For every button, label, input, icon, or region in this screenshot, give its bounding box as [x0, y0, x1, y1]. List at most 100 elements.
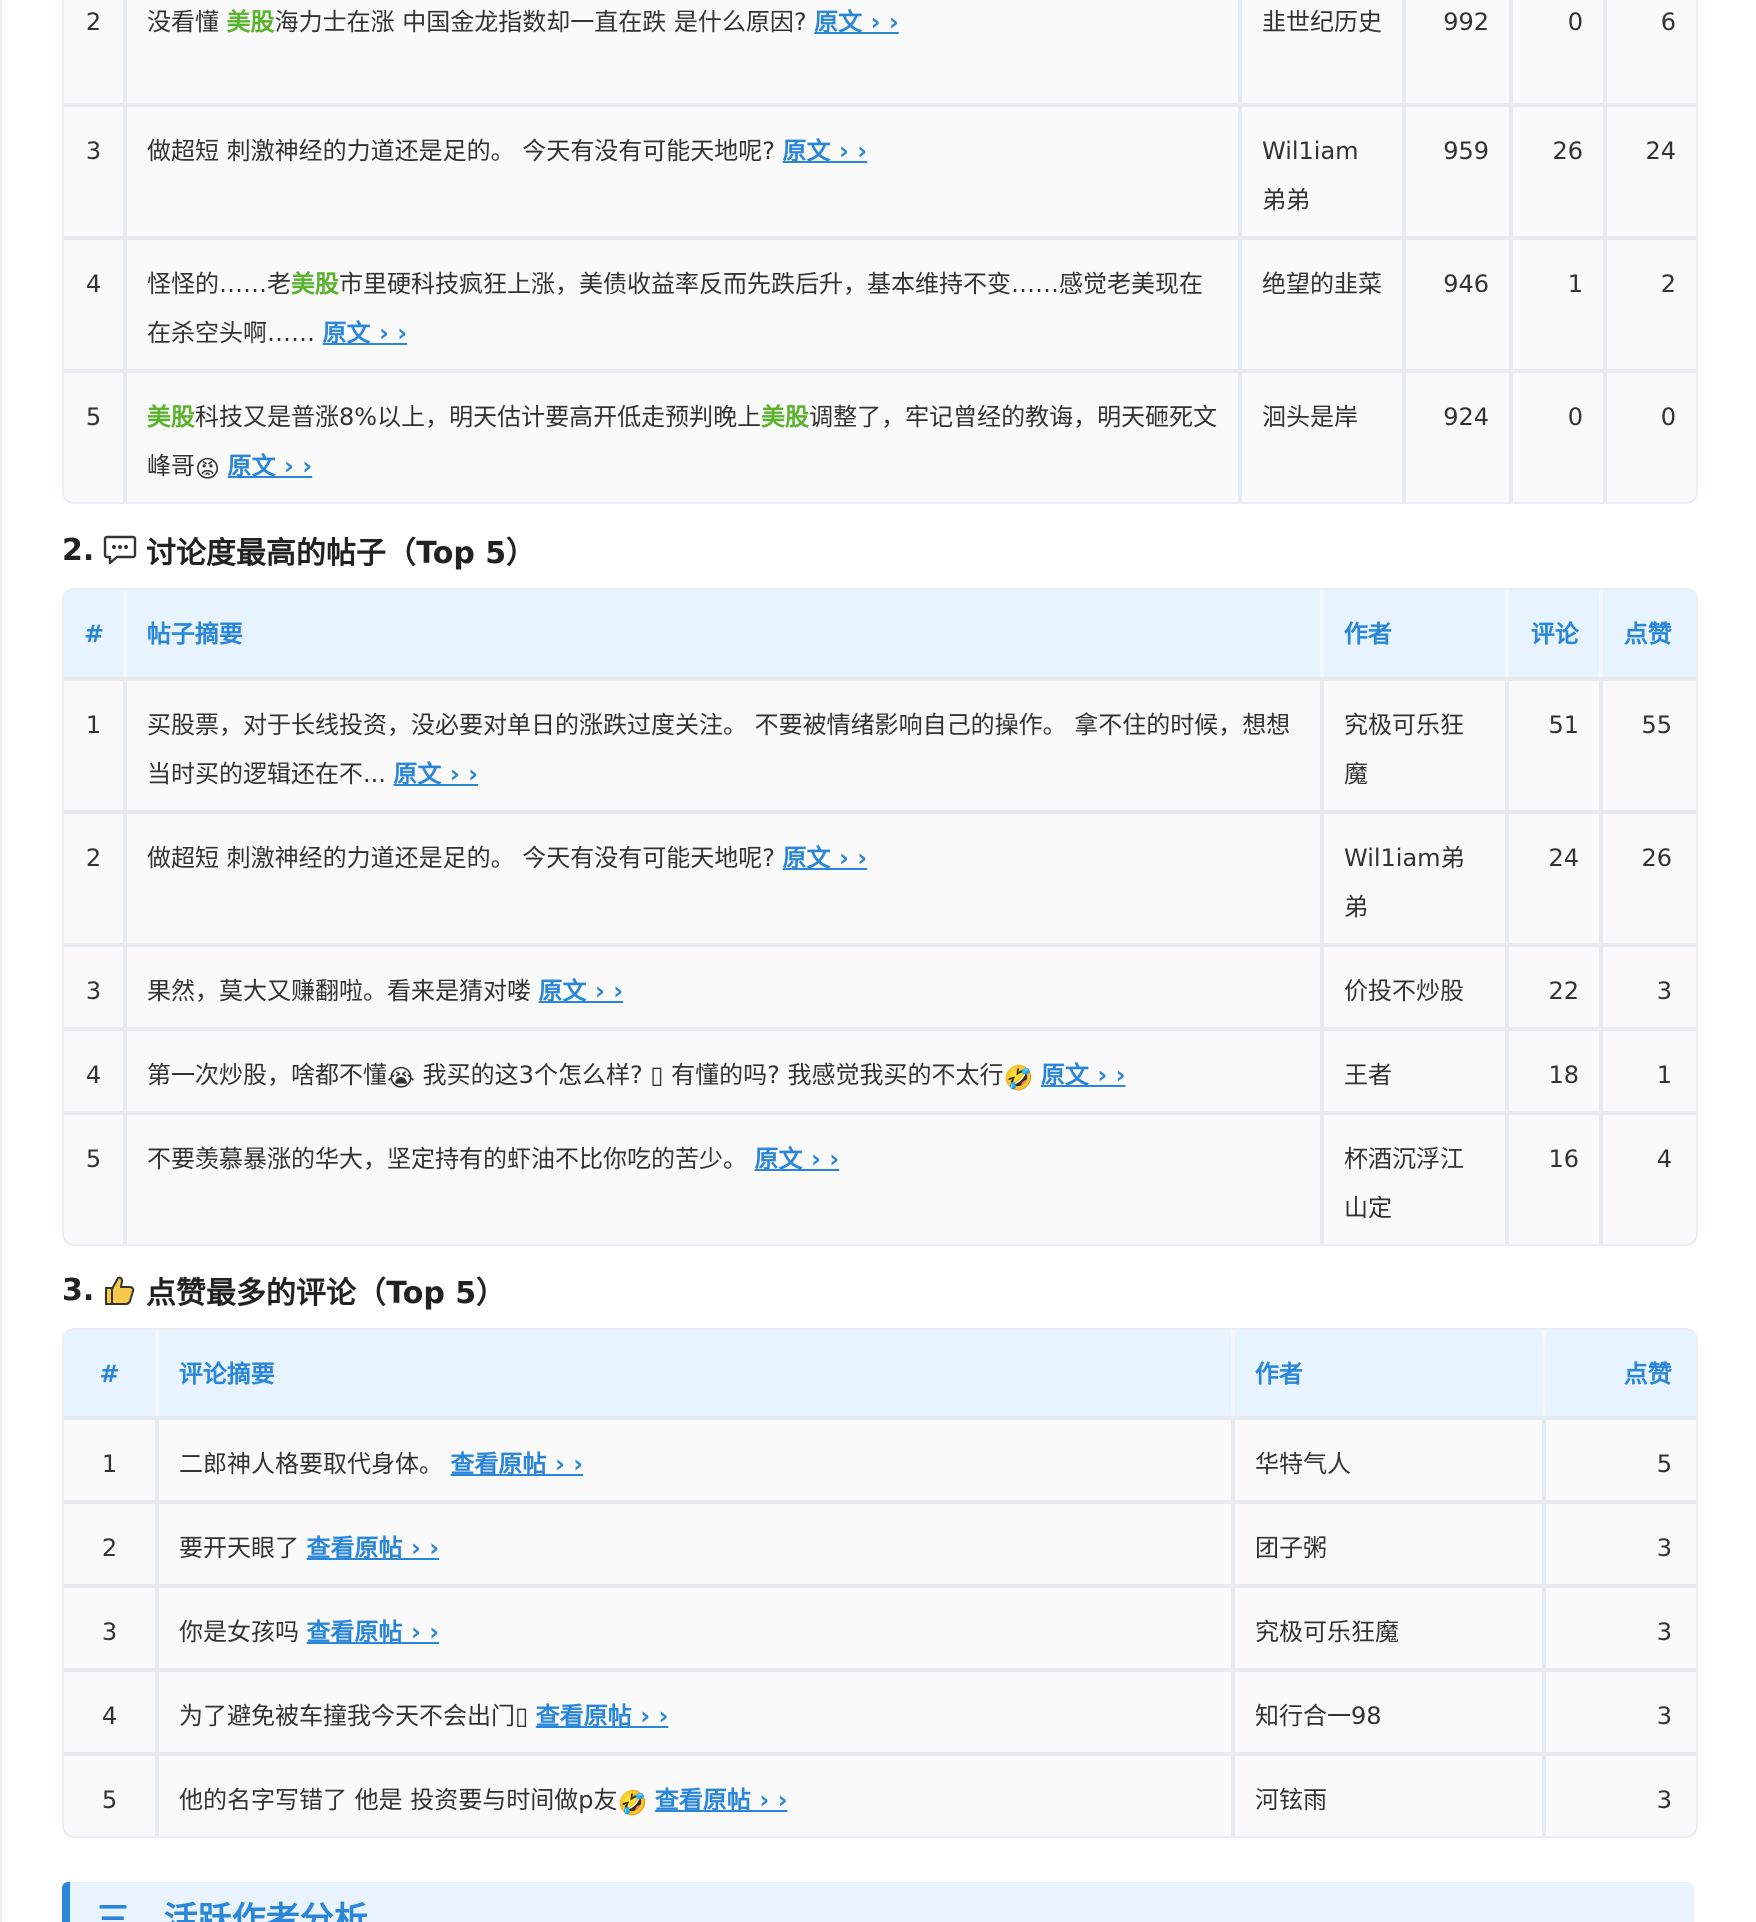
summary-cell: 果然，莫大又赚翻啦。看来是猜对喽 原文 › › — [123, 947, 1320, 1027]
original-link[interactable]: 原文 › › — [228, 452, 313, 480]
rank-cell: 5 — [85, 403, 102, 431]
keyword-highlight: 美股 — [761, 403, 810, 431]
metric-cell: 946 — [1402, 240, 1509, 369]
summary-cell: 没看懂 美股海力士在涨 中国金龙指数却一直在跌 是什么原因? 原文 › › — [123, 0, 1238, 103]
likes-cell: 3 — [1599, 947, 1692, 1027]
view-post-link[interactable]: 查看原帖 › › — [451, 1450, 584, 1478]
top-posts-table: 2 没看懂 美股海力士在涨 中国金龙指数却一直在跌 是什么原因? 原文 › › … — [62, 0, 1698, 504]
metric-cell: 1 — [1509, 240, 1603, 369]
table-row: 4 为了避免被车撞我今天不会出门▯ 查看原帖 › › 知行合一98 3 — [64, 1668, 1696, 1752]
table-row: 3 果然，莫大又赚翻啦。看来是猜对喽 原文 › › 价投不炒股 22 3 — [64, 943, 1696, 1027]
column-header: 评论 — [1505, 590, 1599, 677]
rofl-face-icon: 🤣 — [617, 1789, 648, 1817]
comment-cell: 你是女孩吗 查看原帖 › › — [155, 1588, 1231, 1668]
column-header: # — [99, 1360, 120, 1388]
original-link[interactable]: 原文 › › — [539, 977, 624, 1005]
column-header: 作者 — [1320, 590, 1505, 677]
comment-cell: 二郎神人格要取代身体。 查看原帖 › › — [155, 1420, 1231, 1500]
summary-cell: 美股科技又是普涨8%以上，明天估计要高开低走预判晚上美股调整了，牢记曾经的教诲，… — [123, 373, 1238, 502]
metric-cell: 26 — [1509, 107, 1603, 236]
original-link[interactable]: 原文 › › — [755, 1145, 840, 1173]
likes-cell: 26 — [1599, 814, 1692, 943]
original-link[interactable]: 原文 › › — [783, 844, 868, 872]
likes-cell: 5 — [1542, 1420, 1692, 1500]
view-post-link[interactable]: 查看原帖 › › — [536, 1702, 669, 1730]
summary-cell: 做超短 刺激神经的力道还是足的。 今天有没有可能天地呢? 原文 › › — [123, 107, 1238, 236]
summary-cell: 怪怪的……老美股市里硬科技疯狂上涨，美债收益率反而先跌后升，基本维持不变……感觉… — [123, 240, 1238, 369]
rank-cell: 5 — [85, 1145, 102, 1173]
section-heading-active-authors: 三、活跃作者分析 — [62, 1882, 1694, 1922]
author-cell: 究极可乐狂魔 — [1320, 681, 1505, 810]
metric-cell: 2 — [1603, 240, 1696, 369]
original-link[interactable]: 原文 › › — [783, 137, 868, 165]
rank-cell: 5 — [101, 1786, 118, 1814]
author-cell: 韭世纪历史 — [1238, 0, 1402, 103]
thumbs-up-icon — [102, 1272, 138, 1308]
table-row: 2 要开天眼了 查看原帖 › › 团子粥 3 — [64, 1500, 1696, 1584]
likes-cell: 3 — [1542, 1756, 1692, 1836]
view-post-link[interactable]: 查看原帖 › › — [307, 1618, 440, 1646]
likes-cell: 1 — [1599, 1031, 1692, 1111]
table-row: 4 怪怪的……老美股市里硬科技疯狂上涨，美债收益率反而先跌后升，基本维持不变……… — [64, 236, 1696, 369]
rank-cell: 4 — [85, 1061, 102, 1089]
author-cell: 价投不炒股 — [1320, 947, 1505, 1027]
table-row: 1 买股票，对于长线投资，没必要对单日的涨跌过度关注。 不要被情绪影响自己的操作… — [64, 677, 1696, 810]
section-heading-most-discussed: 2. 讨论度最高的帖子（Top 5） — [62, 532, 537, 572]
comments-cell: 18 — [1505, 1031, 1599, 1111]
table-row: 5 他的名字写错了 他是 投资要与时间做p友🤣 查看原帖 › › 河铉雨 3 — [64, 1752, 1696, 1836]
view-post-link[interactable]: 查看原帖 › › — [307, 1534, 440, 1562]
table-row: 5 不要羡慕暴涨的华大，坚定持有的虾油不比你吃的苦少。 原文 › › 杯酒沉浮江… — [64, 1111, 1696, 1244]
author-cell: 王者 — [1320, 1031, 1505, 1111]
metric-cell: 6 — [1603, 0, 1696, 103]
rank-cell: 2 — [101, 1534, 118, 1562]
metric-cell: 0 — [1509, 0, 1603, 103]
likes-cell: 3 — [1542, 1588, 1692, 1668]
rank-cell: 4 — [101, 1702, 118, 1730]
author-cell: 究极可乐狂魔 — [1231, 1588, 1542, 1668]
table-header-row: # 帖子摘要 作者 评论 点赞 — [64, 590, 1696, 677]
most-liked-comments-table: # 评论摘要 作者 点赞 1 二郎神人格要取代身体。 查看原帖 › › 华特气人… — [62, 1328, 1698, 1838]
speech-bubble-icon — [102, 532, 138, 568]
author-cell: 杯酒沉浮江山定 — [1320, 1115, 1505, 1244]
rank-cell: 3 — [101, 1618, 118, 1646]
rank-cell: 4 — [85, 270, 102, 298]
summary-cell: 买股票，对于长线投资，没必要对单日的涨跌过度关注。 不要被情绪影响自己的操作。 … — [123, 681, 1320, 810]
original-link[interactable]: 原文 › › — [1041, 1061, 1126, 1089]
author-cell: Wil1iam弟弟 — [1320, 814, 1505, 943]
original-link[interactable]: 原文 › › — [323, 319, 408, 347]
original-link[interactable]: 原文 › › — [394, 760, 479, 788]
table-row: 3 你是女孩吗 查看原帖 › › 究极可乐狂魔 3 — [64, 1584, 1696, 1668]
metric-cell: 0 — [1603, 373, 1696, 502]
column-header: 作者 — [1231, 1330, 1542, 1416]
view-post-link[interactable]: 查看原帖 › › — [655, 1786, 788, 1814]
comment-cell: 为了避免被车撞我今天不会出门▯ 查看原帖 › › — [155, 1672, 1231, 1752]
likes-cell: 4 — [1599, 1115, 1692, 1244]
likes-cell: 3 — [1542, 1672, 1692, 1752]
section-heading-most-liked: 3. 点赞最多的评论（Top 5） — [62, 1272, 507, 1312]
table-row: 2 没看懂 美股海力士在涨 中国金龙指数却一直在跌 是什么原因? 原文 › › … — [64, 0, 1696, 103]
rank-cell: 2 — [85, 8, 102, 36]
rofl-face-icon: 🤣 — [1003, 1064, 1034, 1092]
summary-cell: 第一次炒股，啥都不懂😭 我买的这3个怎么样? ▯ 有懂的吗? 我感觉我买的不太行… — [123, 1031, 1320, 1111]
table-row: 3 做超短 刺激神经的力道还是足的。 今天有没有可能天地呢? 原文 › › Wi… — [64, 103, 1696, 236]
column-header: 帖子摘要 — [123, 590, 1320, 677]
column-header: 点赞 — [1599, 590, 1692, 677]
likes-cell: 3 — [1542, 1504, 1692, 1584]
column-header: # — [84, 620, 105, 648]
rank-cell: 1 — [101, 1450, 118, 1478]
keyword-highlight: 美股 — [291, 270, 339, 298]
table-row: 4 第一次炒股，啥都不懂😭 我买的这3个怎么样? ▯ 有懂的吗? 我感觉我买的不… — [64, 1027, 1696, 1111]
metric-cell: 24 — [1603, 107, 1696, 236]
report-page: 2 没看懂 美股海力士在涨 中国金龙指数却一直在跌 是什么原因? 原文 › › … — [0, 0, 1756, 1922]
metric-cell: 959 — [1402, 107, 1509, 236]
keyword-highlight: 美股 — [147, 403, 195, 431]
keyword-highlight: 美股 — [226, 8, 275, 36]
metric-cell: 924 — [1402, 373, 1509, 502]
crying-face-icon: 😭 — [387, 1064, 416, 1092]
angry-face-icon: 😡 — [195, 455, 221, 483]
likes-cell: 55 — [1599, 681, 1692, 810]
table-row: 5 美股科技又是普涨8%以上，明天估计要高开低走预判晚上美股调整了，牢记曾经的教… — [64, 369, 1696, 502]
author-cell: 洄头是岸 — [1238, 373, 1402, 502]
author-cell: 绝望的韭菜 — [1238, 240, 1402, 369]
original-link[interactable]: 原文 › › — [814, 8, 899, 36]
